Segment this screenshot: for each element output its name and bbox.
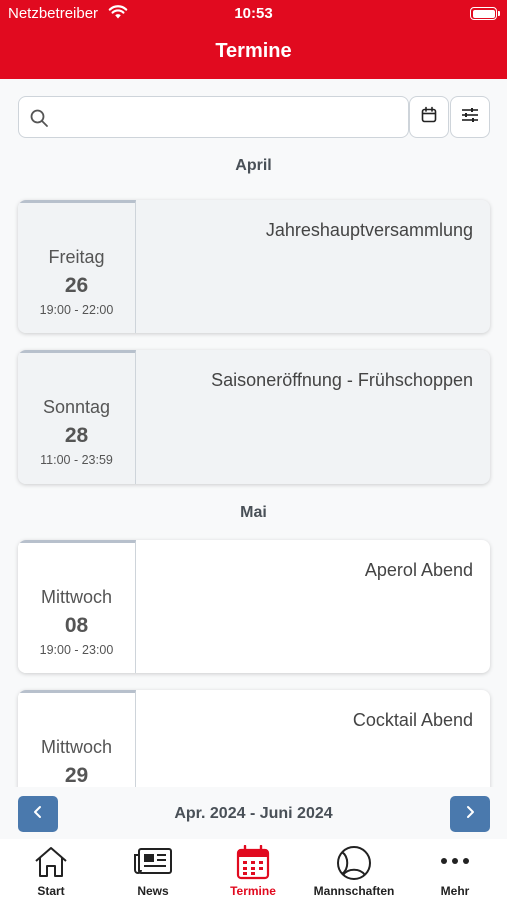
newspaper-icon: [133, 845, 173, 882]
calendar-picker-button[interactable]: [409, 96, 449, 138]
next-range-button[interactable]: [450, 796, 490, 832]
tab-label: Mannschaften: [313, 884, 395, 898]
event-title: Cocktail Abend: [352, 710, 473, 730]
event-weekday: Sonntag: [42, 397, 111, 417]
event-day: 08: [64, 614, 89, 637]
event-card[interactable]: Sonntag 28 11:00 - 23:59 Saisoneröffnung…: [18, 350, 490, 484]
app-header: Netzbetreiber 10:53 Termine: [0, 0, 507, 79]
tab-news[interactable]: News: [103, 839, 203, 900]
event-day: 26: [64, 274, 89, 297]
event-title: Jahreshauptversammlung: [265, 220, 473, 240]
event-time: 19:00 - 23:00: [39, 643, 114, 657]
tab-label: Start: [37, 884, 65, 898]
tab-label: News: [137, 884, 169, 898]
month-header: Mai: [240, 504, 267, 521]
tab-label: Mehr: [440, 884, 470, 898]
status-time: 10:53: [234, 5, 273, 22]
search-input[interactable]: [59, 105, 399, 129]
event-title: Saisoneröffnung - Frühschoppen: [211, 370, 473, 390]
battery-icon: [470, 7, 500, 20]
date-range-label: Apr. 2024 - Juni 2024: [174, 805, 333, 822]
search-box[interactable]: [18, 96, 409, 138]
home-icon: [33, 845, 69, 884]
calendar-icon: [235, 844, 271, 886]
event-date: Mittwoch 08 19:00 - 23:00: [18, 540, 136, 673]
status-bar: Netzbetreiber 10:53: [0, 0, 507, 28]
tab-termine[interactable]: Termine: [203, 839, 303, 900]
filter-button[interactable]: [450, 96, 490, 138]
event-date: Freitag 26 19:00 - 22:00: [18, 200, 136, 333]
tab-mehr[interactable]: Mehr: [405, 839, 505, 900]
event-day: 29: [64, 764, 89, 787]
month-header: April: [235, 157, 272, 174]
more-dots-icon: [440, 853, 470, 871]
sliders-icon: [460, 106, 480, 129]
event-weekday: Mittwoch: [40, 587, 112, 607]
event-weekday: Freitag: [48, 247, 105, 267]
tab-label: Termine: [230, 884, 276, 898]
event-card[interactable]: Freitag 26 19:00 - 22:00 Jahreshauptvers…: [18, 200, 490, 333]
event-time: 11:00 - 23:59: [40, 453, 113, 467]
search-row: [18, 96, 490, 138]
event-card[interactable]: Mittwoch 08 19:00 - 23:00 Aperol Abend: [18, 540, 490, 673]
tab-mannschaften[interactable]: Mannschaften: [304, 839, 404, 900]
event-date: Sonntag 28 11:00 - 23:59: [18, 350, 136, 484]
event-weekday: Mittwoch: [40, 737, 112, 757]
bottom-tab-bar: Start News Termine Mannschaften Mehr: [0, 839, 507, 900]
event-time: 19:00 - 22:00: [39, 303, 114, 317]
page-title: Termine: [215, 40, 292, 62]
date-range-pager: Apr. 2024 - Juni 2024: [0, 787, 507, 839]
event-title: Aperol Abend: [364, 560, 473, 580]
chevron-right-icon: [464, 805, 476, 824]
tab-start[interactable]: Start: [1, 839, 101, 900]
calendar-icon: [420, 106, 438, 129]
tennis-ball-icon: [336, 845, 372, 886]
search-icon: [29, 108, 49, 133]
event-day: 28: [64, 424, 89, 447]
